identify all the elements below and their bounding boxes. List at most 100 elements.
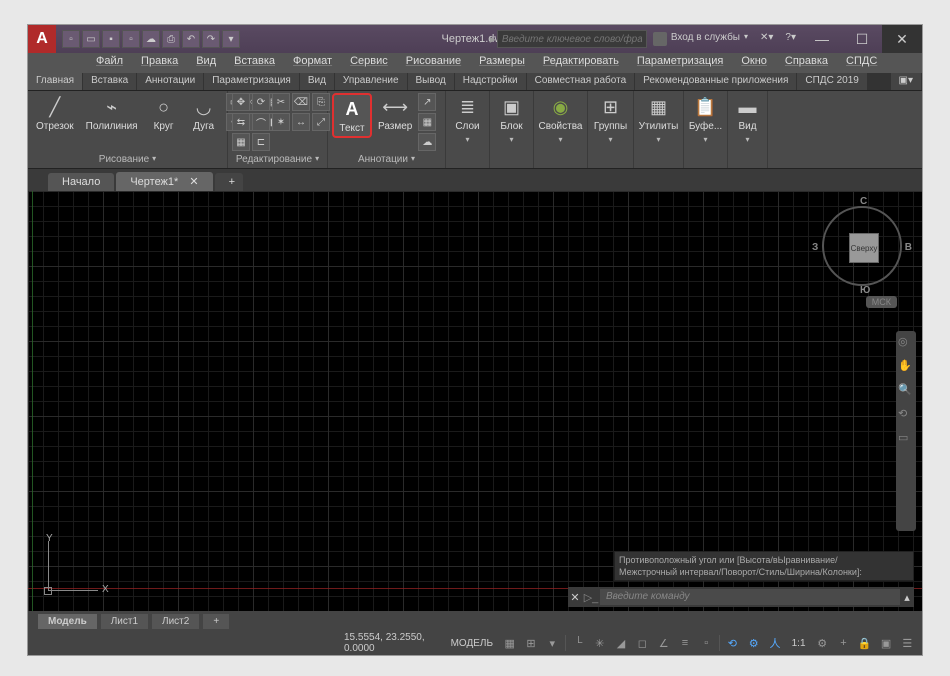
cmdline-close-icon[interactable]: ✕ <box>568 591 582 604</box>
tab-addins[interactable]: Надстройки <box>455 73 527 90</box>
qat-save-icon[interactable]: ▪ <box>102 30 120 48</box>
sb-osnap-icon[interactable]: ◻ <box>634 634 651 652</box>
polyline-button[interactable]: ⌁Полилиния <box>82 93 142 134</box>
maximize-button[interactable]: ☐ <box>842 25 882 53</box>
menu-insert[interactable]: Вставка <box>226 53 283 73</box>
nav-orbit-icon[interactable]: ⟲ <box>898 407 914 423</box>
qat-cloud-icon[interactable]: ☁ <box>142 30 160 48</box>
viewcube[interactable]: С Ю В З Сверху <box>822 206 902 286</box>
vc-south[interactable]: Ю <box>860 285 870 296</box>
tab-sheet2[interactable]: Лист2 <box>152 614 199 629</box>
tab-manage[interactable]: Управление <box>335 73 408 90</box>
sb-grid-icon[interactable]: ▦ <box>501 634 518 652</box>
dimension-button[interactable]: ⟷Размер <box>374 93 416 134</box>
menu-format[interactable]: Формат <box>285 53 340 73</box>
mirror-icon[interactable]: ⇆ <box>232 113 250 131</box>
wcs-label[interactable]: МСК <box>866 296 897 308</box>
tab-featured[interactable]: Рекомендованные приложения <box>635 73 797 90</box>
nav-show-icon[interactable]: ▭ <box>898 431 914 447</box>
search-input[interactable] <box>497 30 647 48</box>
panel-modify-label[interactable]: Редактирование▾ <box>232 153 323 166</box>
vc-east[interactable]: В <box>905 242 912 253</box>
sb-cycle-icon[interactable]: ⟲ <box>724 634 741 652</box>
menu-modify[interactable]: Редактировать <box>535 53 627 73</box>
tab-drawing1[interactable]: Чертеж1* ✕ <box>116 172 212 191</box>
layers-button[interactable]: ≣Слои <box>450 93 485 134</box>
tab-output[interactable]: Вывод <box>408 73 455 90</box>
qat-open-icon[interactable]: ▭ <box>82 30 100 48</box>
tab-sheet1[interactable]: Лист1 <box>101 614 148 629</box>
menu-edit[interactable]: Правка <box>133 53 186 73</box>
menu-draw[interactable]: Рисование <box>398 53 469 73</box>
array-icon[interactable]: ▦ <box>232 133 250 151</box>
vc-north[interactable]: С <box>860 196 867 207</box>
menu-view[interactable]: Вид <box>188 53 224 73</box>
erase-icon[interactable]: ⌫ <box>292 93 310 111</box>
drawing-canvas[interactable]: Y X С Ю В З Сверху МСК ◎ ✋ 🔍 ⟲ ▭ Противо… <box>28 191 922 611</box>
vc-west[interactable]: З <box>812 242 818 253</box>
block-button[interactable]: ▣Блок <box>494 93 529 134</box>
circle-button[interactable]: ○Круг <box>146 93 182 134</box>
utils-button[interactable]: ▦Утилиты <box>638 93 679 134</box>
tab-spds[interactable]: СПДС 2019 <box>797 73 867 90</box>
sb-plus-icon[interactable]: + <box>835 634 852 652</box>
tab-collab[interactable]: Совместная работа <box>527 73 636 90</box>
sb-trans-icon[interactable]: ▫ <box>698 634 715 652</box>
menu-param[interactable]: Параметризация <box>629 53 731 73</box>
login-button[interactable]: Вход в службы ▾ <box>653 32 748 53</box>
offset-icon[interactable]: ⊏ <box>252 133 270 151</box>
leader-icon[interactable]: ↗ <box>418 93 436 111</box>
qat-saveas-icon[interactable]: ▫ <box>122 30 140 48</box>
qat-more-icon[interactable]: ▾ <box>222 30 240 48</box>
help-icon[interactable]: ?▾ <box>785 32 796 53</box>
sb-lwt-icon[interactable]: ≡ <box>676 634 693 652</box>
menu-help[interactable]: Справка <box>777 53 836 73</box>
minimize-button[interactable]: — <box>802 25 842 53</box>
qat-new-icon[interactable]: ▫ <box>62 30 80 48</box>
sb-annscale-icon[interactable]: 人 <box>766 634 783 652</box>
props-button[interactable]: ◉Свойства <box>538 93 583 134</box>
menu-file[interactable]: Файл <box>88 53 131 73</box>
ribbon-collapse-icon[interactable]: ▣▾ <box>891 73 922 90</box>
text-button[interactable]: AТекст <box>332 93 372 138</box>
nav-wheel-icon[interactable]: ◎ <box>898 335 914 351</box>
clipboard-button[interactable]: 📋Буфе... <box>688 93 723 134</box>
qat-print-icon[interactable]: ⎙ <box>162 30 180 48</box>
sb-ws-icon[interactable]: ⚙ <box>814 634 831 652</box>
sb-ortho-icon[interactable]: └ <box>570 634 587 652</box>
tab-start[interactable]: Начало <box>48 173 114 191</box>
sb-otrack-icon[interactable]: ∠ <box>655 634 672 652</box>
sb-custom-icon[interactable]: ☰ <box>899 634 916 652</box>
view-button[interactable]: ▬Вид <box>732 93 763 134</box>
sb-fullscreen-icon[interactable]: ▣ <box>877 634 894 652</box>
app-logo[interactable]: A <box>28 25 56 53</box>
groups-button[interactable]: ⊞Группы <box>592 93 629 134</box>
stretch-icon[interactable]: ↔ <box>292 113 310 131</box>
fillet-icon[interactable]: ⌒ <box>252 113 270 131</box>
nav-pan-icon[interactable]: ✋ <box>898 359 914 375</box>
cmdline-prompt-icon[interactable]: ▷_ <box>582 591 600 604</box>
tab-home[interactable]: Главная <box>28 73 83 90</box>
sb-snap-icon[interactable]: ⊞ <box>522 634 539 652</box>
sb-more-icon[interactable]: ▾ <box>544 634 561 652</box>
tab-annotate[interactable]: Аннотации <box>137 73 204 90</box>
sb-model-label[interactable]: МОДЕЛЬ <box>447 638 497 649</box>
tab-param[interactable]: Параметризация <box>204 73 300 90</box>
cmdline-expand-icon[interactable]: ▴ <box>900 591 914 604</box>
viewcube-top[interactable]: Сверху <box>849 233 879 263</box>
close-button[interactable]: ✕ <box>882 25 922 53</box>
tab-add-layout[interactable]: + <box>203 614 229 629</box>
qat-redo-icon[interactable]: ↷ <box>202 30 220 48</box>
sb-ann-icon[interactable]: ⚙ <box>745 634 762 652</box>
nav-zoom-icon[interactable]: 🔍 <box>898 383 914 399</box>
sb-lock-icon[interactable]: 🔒 <box>856 634 873 652</box>
panel-draw-label[interactable]: Рисование▾ <box>32 153 223 166</box>
tab-view[interactable]: Вид <box>300 73 335 90</box>
exchange-icon[interactable]: ✕▾ <box>760 32 773 53</box>
sb-scale[interactable]: 1:1 <box>788 638 810 649</box>
table-icon[interactable]: ▦ <box>418 113 436 131</box>
cloud-icon[interactable]: ☁ <box>418 133 436 151</box>
tab-add-button[interactable]: + <box>215 173 243 191</box>
qat-undo-icon[interactable]: ↶ <box>182 30 200 48</box>
menu-tools[interactable]: Сервис <box>342 53 396 73</box>
